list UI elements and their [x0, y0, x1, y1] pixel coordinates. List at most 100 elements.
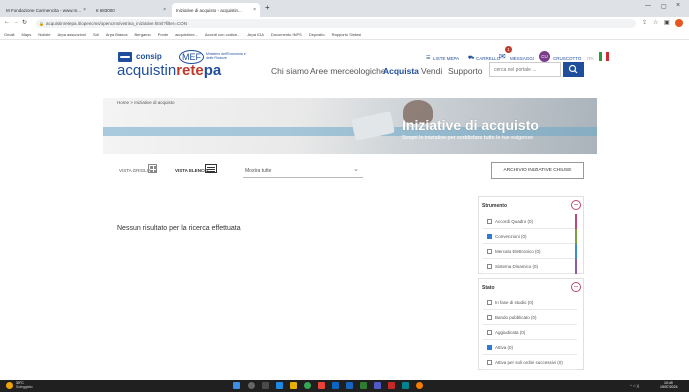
grid-view-icon[interactable]	[148, 164, 157, 173]
user-avatar[interactable]: CU	[539, 51, 550, 62]
weather-icon[interactable]	[6, 382, 13, 389]
consip-logo-text[interactable]: consip	[136, 52, 162, 61]
list-view-icon[interactable]	[205, 164, 217, 173]
bookmark-item[interactable]: Rapporto Sintesi	[332, 32, 362, 37]
checkbox[interactable]	[487, 314, 492, 320]
checkbox[interactable]	[487, 299, 492, 305]
color-bar	[575, 244, 577, 259]
collapse-icon[interactable]: −	[571, 200, 581, 210]
logo-part-1: acquistin	[117, 62, 177, 79]
new-tab-button[interactable]: +	[265, 3, 270, 12]
filter-item-bando-pubblicato[interactable]: Bando pubblicato (0)	[483, 310, 577, 325]
sidebar-icon[interactable]: ▣	[664, 19, 670, 26]
logo-part-2: rete	[176, 62, 204, 79]
search-input[interactable]	[489, 62, 561, 77]
forward-icon[interactable]: →	[13, 19, 19, 25]
tray-icons[interactable]: ^ ⌂ ))	[630, 383, 639, 388]
filter-item-attiva[interactable]: Attiva (0)	[483, 340, 577, 355]
checkbox-checked[interactable]	[487, 344, 492, 350]
back-icon[interactable]: ←	[4, 19, 10, 25]
browser-tab[interactable]: M Fondazione Carmencita - www.m... ×	[2, 3, 90, 17]
filter-item-attiva-ordini-successivi[interactable]: Attiva per soli ordini successivi (0)	[483, 355, 577, 370]
chevron-down-icon: ⌄	[353, 166, 359, 173]
nav-acquista[interactable]: Acquista	[383, 66, 419, 76]
filter-item-sistema-dinamico[interactable]: Sistema Dinamico (0)	[483, 259, 577, 274]
nav-chi-siamo[interactable]: Chi siamo	[271, 66, 309, 76]
file-explorer-icon[interactable]	[290, 382, 297, 389]
bookmark-item[interactable]: Arpa assunzioni	[57, 32, 85, 37]
filter-item-label: Mercato Elettronico (0)	[495, 248, 541, 254]
share-icon[interactable]: ⇪	[642, 19, 647, 26]
close-icon[interactable]: ×	[253, 7, 256, 13]
cruscotto-link[interactable]: CRUSCOTTO	[553, 56, 581, 61]
maximize-icon[interactable]: ▢	[661, 3, 667, 10]
search-icon[interactable]	[248, 382, 255, 389]
cart-icon[interactable]: ⛟	[468, 55, 474, 62]
teams-icon[interactable]	[374, 382, 381, 389]
url-field[interactable]: 🔒 acquistinretepa.it/opencms/opencms/vet…	[36, 19, 636, 28]
close-icon[interactable]: ×	[163, 7, 166, 13]
bookmark-item[interactable]: Bergamo	[135, 32, 151, 37]
profile-avatar[interactable]	[675, 19, 683, 27]
star-icon[interactable]: ☆	[653, 19, 658, 26]
bookmark-item[interactable]: Deposito	[309, 32, 325, 37]
italian-flag-icon[interactable]	[599, 52, 609, 61]
carrello-link[interactable]: CARRELLO	[476, 56, 500, 61]
checkbox-checked[interactable]	[487, 233, 492, 239]
language-label[interactable]: ITA	[587, 56, 594, 61]
browser-tab-active[interactable]: Iniziative di acquisto - acquistin... ×	[172, 3, 260, 17]
messaggi-link[interactable]: MESSAGGI	[510, 56, 534, 61]
mail-icon[interactable]	[332, 382, 339, 389]
acquistinretepa-logo[interactable]: acquistinretepa	[117, 62, 221, 79]
filter-item-aggiudicata[interactable]: Aggiudicata (0)	[483, 325, 577, 340]
bookmark-item[interactable]: Maps	[21, 32, 31, 37]
app-icon[interactable]	[318, 382, 325, 389]
bookmark-item[interactable]: acquistinre...	[175, 32, 198, 37]
checkbox[interactable]	[487, 329, 492, 335]
liste-mepa-link[interactable]: LISTE MEPA	[433, 56, 459, 61]
chrome-icon[interactable]	[304, 382, 311, 389]
bookmarks-bar: Gmail Maps Notizie Arpa assunzioni Sdi A…	[0, 30, 689, 40]
edge-icon[interactable]	[276, 382, 283, 389]
collapse-icon[interactable]: −	[571, 282, 581, 292]
word-icon[interactable]	[346, 382, 353, 389]
bookmark-item[interactable]: Documento INPS	[271, 32, 302, 37]
pdf-icon[interactable]	[388, 382, 395, 389]
task-view-icon[interactable]	[262, 382, 269, 389]
checkbox[interactable]	[487, 359, 492, 365]
breadcrumb: Home > Iniziative di acquisto	[117, 100, 174, 105]
app-icon[interactable]	[402, 382, 409, 389]
browser-tab[interactable]: € 683000 ×	[92, 3, 170, 17]
nav-supporto[interactable]: Supporto	[448, 66, 483, 76]
reload-icon[interactable]: ↻	[22, 19, 27, 26]
bookmark-item[interactable]: Gmail	[4, 32, 14, 37]
bookmark-item[interactable]: Notizie	[38, 32, 50, 37]
checkbox[interactable]	[487, 263, 492, 269]
filter-item-convenzioni[interactable]: Convenzioni (0)	[483, 229, 577, 244]
checkbox[interactable]	[487, 218, 492, 224]
filter-item-mercato-elettronico[interactable]: Mercato Elettronico (0)	[483, 244, 577, 259]
filter-select[interactable]: Mostra tutte ⌄	[243, 164, 363, 178]
breadcrumb-current: Iniziative di acquisto	[134, 100, 175, 105]
menu-icon[interactable]: ☰	[426, 55, 430, 61]
firefox-icon[interactable]	[416, 382, 423, 389]
breadcrumb-home[interactable]: Home	[117, 100, 129, 105]
filter-item-in-fase-di-studio[interactable]: In fase di studio (0)	[483, 295, 577, 310]
windows-start-icon[interactable]	[233, 382, 240, 389]
messages-icon[interactable]: ✉	[499, 52, 506, 61]
minimize-icon[interactable]: —	[645, 3, 651, 9]
excel-icon[interactable]	[360, 382, 367, 389]
bookmark-item[interactable]: Ponte	[158, 32, 168, 37]
bookmark-item[interactable]: Sdi	[93, 32, 99, 37]
archivio-button[interactable]: ARCHIVIO INIZIATIVE CHIUSE	[491, 162, 584, 179]
checkbox[interactable]	[487, 248, 492, 254]
nav-aree-merceologiche[interactable]: Aree merceologiche	[310, 66, 386, 76]
close-window-icon[interactable]: ×	[676, 2, 680, 9]
bookmark-item[interactable]: Arpa Bianca	[106, 32, 128, 37]
search-button[interactable]	[563, 62, 584, 77]
nav-vendi[interactable]: Vendi	[421, 66, 442, 76]
close-icon[interactable]: ×	[83, 7, 86, 13]
filter-item-accordi-quadro[interactable]: Accordi Quadro (0)	[483, 214, 577, 229]
bookmark-item[interactable]: Accedi con codice...	[205, 32, 241, 37]
bookmark-item[interactable]: Arpa IGA	[247, 32, 263, 37]
